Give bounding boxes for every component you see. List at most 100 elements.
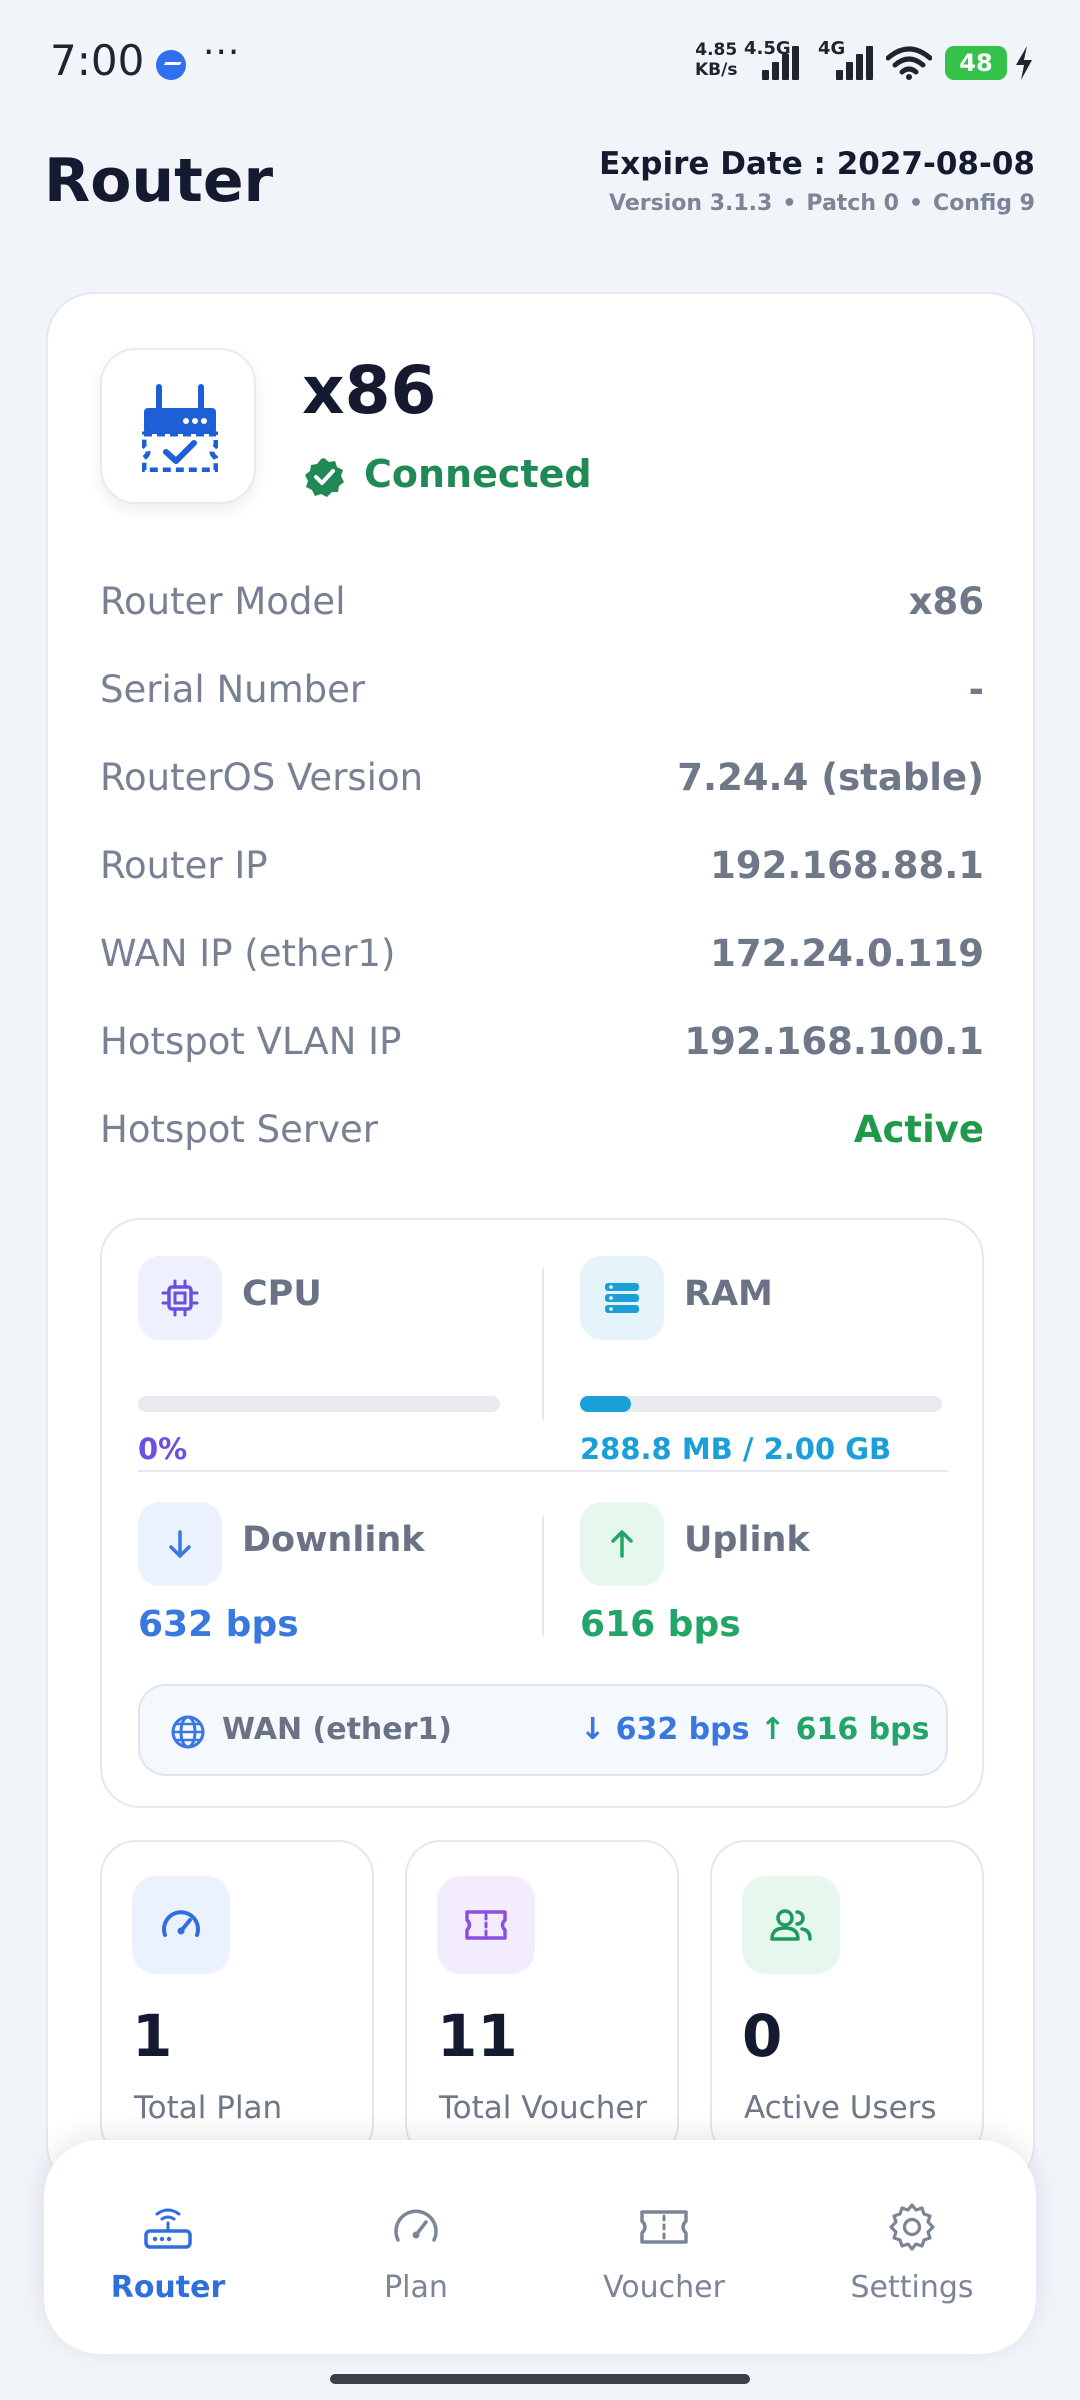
info-label: WAN IP (ether1) (100, 932, 396, 975)
summary-card-active-users[interactable]: 0 Active Users (710, 1840, 984, 2160)
ram-icon (580, 1256, 664, 1340)
speedometer-icon (132, 1876, 230, 1974)
ram-usage-text: 288.8 MB / 2.00 GB (580, 1432, 892, 1466)
summary-label: Active Users (744, 2090, 937, 2126)
ram-title: RAM (684, 1274, 773, 1314)
signal-icon (762, 44, 806, 80)
version-text: Version 3.1.3 (609, 191, 773, 216)
summary-label: Total Voucher (439, 2090, 648, 2126)
info-value: 192.168.88.1 (710, 844, 984, 887)
info-value: 192.168.100.1 (684, 1020, 984, 1063)
nav-label: Router (110, 2270, 226, 2305)
cpu-progress-track (138, 1396, 500, 1412)
nav-item-voucher[interactable]: Voucher (540, 2140, 788, 2354)
wan-up-rate: ↑ 616 bps (760, 1712, 930, 1747)
arrow-down-icon: ↓ (580, 1712, 616, 1747)
ram-stat: RAM 288.8 MB / 2.00 GB (580, 1256, 980, 1466)
router-icon (144, 2208, 192, 2249)
downlink-value: 632 bps (138, 1604, 299, 1645)
network-speed: 4.85 KB/s (695, 40, 738, 80)
router-name: x86 (302, 352, 437, 429)
uplink-stat: Uplink 616 bps (580, 1502, 980, 1702)
status-time: 7:00 (50, 36, 145, 85)
patch-text: Patch 0 (806, 191, 899, 216)
nav-label: Voucher (603, 2270, 725, 2305)
info-row-serial-number: Serial Number - (100, 662, 984, 750)
bottom-navigation: Router Plan Voucher Settings (44, 2140, 1036, 2354)
cpu-icon (138, 1256, 222, 1340)
summary-card-total-plan[interactable]: 1 Total Plan (100, 1840, 374, 2160)
downlink-title: Downlink (242, 1520, 425, 1560)
gear-icon (889, 2203, 935, 2251)
nav-item-router[interactable]: Router (44, 2140, 292, 2354)
divider (542, 1516, 544, 1636)
users-icon (742, 1876, 840, 1974)
separator-dot: • (908, 191, 924, 216)
hotspot-status-value: Active (853, 1108, 984, 1151)
arrow-up-icon: ↑ (760, 1712, 796, 1747)
wan-down-rate: ↓ 632 bps (580, 1712, 750, 1747)
nav-item-plan[interactable]: Plan (292, 2140, 540, 2354)
info-value: 172.24.0.119 (710, 932, 984, 975)
info-label: Hotspot Server (100, 1108, 378, 1151)
cpu-usage-text: 0% (138, 1432, 188, 1466)
uplink-title: Uplink (684, 1520, 810, 1560)
nav-label: Plan (384, 2270, 448, 2305)
messenger-icon (156, 50, 186, 80)
page-title: Router (44, 146, 274, 216)
battery-icon: 48 (945, 46, 1007, 80)
router-icon (142, 384, 218, 472)
router-avatar (100, 348, 256, 504)
home-indicator[interactable] (330, 2374, 750, 2384)
info-label: RouterOS Version (100, 756, 424, 799)
info-label: Hotspot VLAN IP (100, 1020, 402, 1063)
version-info: Version 3.1.3 • Patch 0 • Config 9 (609, 191, 1035, 216)
more-dots-icon: ··· (203, 32, 241, 73)
summary-card-total-voucher[interactable]: 11 Total Voucher (405, 1840, 679, 2160)
info-row-hotspot-vlan-ip: Hotspot VLAN IP 192.168.100.1 (100, 1014, 984, 1102)
nav-label: Settings (850, 2270, 974, 2305)
speedometer-icon (394, 2209, 438, 2242)
signal-icon (836, 44, 880, 80)
uplink-value: 616 bps (580, 1604, 741, 1645)
cpu-title: CPU (242, 1274, 322, 1314)
router-info-list: Router Model x86 Serial Number - RouterO… (100, 574, 984, 1190)
globe-icon (171, 1715, 205, 1749)
expire-date: Expire Date : 2027-08-08 (599, 146, 1035, 182)
info-label: Serial Number (100, 668, 366, 711)
ram-progress-fill (580, 1396, 632, 1412)
wifi-icon (886, 46, 932, 80)
router-card: x86 Connected Router Model x86 Serial Nu… (46, 292, 1035, 2192)
info-row-wan-ip: WAN IP (ether1) 172.24.0.119 (100, 926, 984, 1014)
connection-status: Connected (364, 452, 592, 496)
config-text: Config 9 (933, 191, 1035, 216)
arrow-down-icon (138, 1502, 222, 1586)
info-row-hotspot-server: Hotspot Server Active (100, 1102, 984, 1190)
summary-number: 11 (437, 2002, 518, 2070)
ticket-icon (640, 2210, 688, 2244)
cpu-stat: CPU 0% (138, 1256, 538, 1466)
arrow-up-icon (580, 1502, 664, 1586)
info-value: x86 (908, 580, 984, 623)
info-value: - (968, 668, 984, 711)
summary-label: Total Plan (134, 2090, 283, 2126)
divider (542, 1268, 544, 1420)
downlink-stat: Downlink 632 bps (138, 1502, 538, 1702)
resource-stats-panel: CPU 0% RAM 288.8 MB / 2.00 GB Downlink 6… (100, 1218, 984, 1808)
summary-number: 0 (742, 2002, 783, 2070)
wan-label: WAN (ether1) (222, 1712, 452, 1747)
charging-icon (1016, 46, 1032, 80)
verified-check-icon (305, 458, 344, 497)
info-row-router-ip: Router IP 192.168.88.1 (100, 838, 984, 926)
separator-dot: • (782, 191, 797, 216)
info-label: Router IP (100, 844, 268, 887)
info-label: Router Model (100, 580, 346, 623)
ticket-icon (437, 1876, 535, 1974)
nav-item-settings[interactable]: Settings (788, 2140, 1036, 2354)
info-row-router-model: Router Model x86 (100, 574, 984, 662)
summary-number: 1 (132, 2002, 173, 2070)
info-row-routeros-version: RouterOS Version 7.24.4 (stable) (100, 750, 984, 838)
ram-progress-track (580, 1396, 942, 1412)
divider (138, 1470, 948, 1472)
summary-cards: 1 Total Plan 11 Total Voucher 0 Active U… (100, 1840, 984, 2160)
